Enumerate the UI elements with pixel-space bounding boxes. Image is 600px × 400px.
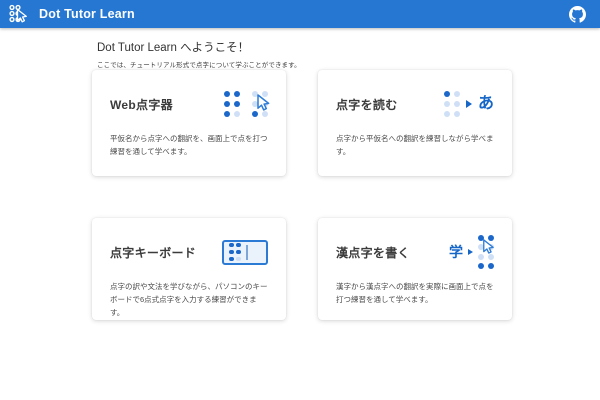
card-write-kantenji[interactable]: 漢点字を書く 学 漢字から漢点字への翻訳を実際に画面上で点を打つ練: [318, 218, 512, 320]
github-link[interactable]: [569, 6, 586, 23]
kanji-gaku-glyph: 学: [449, 245, 463, 259]
braille-cell-8dot: [478, 235, 494, 270]
arrow-right-icon: [466, 100, 472, 108]
card-title: 点字キーボード: [110, 244, 196, 261]
braille-cursor-logo-icon[interactable]: [8, 3, 30, 25]
card-title: 点字を読む: [336, 96, 398, 113]
braille-input-field-icon: [222, 240, 268, 265]
hiragana-a-glyph: あ: [478, 96, 494, 112]
card-description: 点字の訳や文法を学びながら、パソコンのキーボードで6点式点字を入力する練習ができ…: [110, 281, 268, 319]
braille-cell-typed: [229, 243, 241, 262]
github-icon: [569, 6, 586, 23]
braille-cells-with-cursor-icon: [224, 91, 268, 117]
page-subtitle: ここでは、チュートリアル形式で点字について学ぶことができます。: [97, 59, 600, 69]
card-web-braille-writer[interactable]: Web点字器 平仮名から: [92, 70, 286, 176]
card-braille-keyboard[interactable]: 点字キーボード 点字の訳や文法を学びながら、パソコンのキーボードで6点式点字を入…: [92, 218, 286, 320]
card-head: 漢点字を書く 学: [336, 230, 494, 274]
braille-cell-filled: [224, 91, 240, 117]
card-head: Web点字器: [110, 82, 268, 126]
page-title: Dot Tutor Learn へようこそ！: [97, 39, 600, 55]
welcome-section: Dot Tutor Learn へようこそ！ ここでは、チュートリアル形式で点字…: [97, 39, 600, 69]
braille-cell-partial: [252, 91, 268, 117]
card-description: 点字から平仮名への翻訳を練習しながら学べます。: [336, 133, 494, 159]
card-title: 漢点字を書く: [336, 244, 410, 261]
app-title: Dot Tutor Learn: [39, 7, 135, 21]
card-head: 点字キーボード: [110, 230, 268, 274]
tutorial-card-grid: Web点字器 平仮名から: [92, 70, 512, 320]
card-description: 平仮名から点字への翻訳を、画面上で点を打つ練習を通して学べます。: [110, 133, 268, 159]
text-caret-icon: [246, 245, 248, 260]
braille-cell-a: [444, 91, 460, 117]
card-title: Web点字器: [110, 96, 173, 113]
arrow-right-icon: [468, 249, 473, 255]
braille-to-hiragana-icon: あ: [444, 91, 494, 117]
card-head: 点字を読む あ: [336, 82, 494, 126]
app-header: Dot Tutor Learn: [0, 0, 600, 28]
card-description: 漢字から漢点字への翻訳を実際に画面上で点を打つ練習を通して学べます。: [336, 281, 494, 307]
kanji-to-kantenji-cursor-icon: 学: [449, 235, 494, 270]
card-read-braille[interactable]: 点字を読む あ 点字から平仮名への翻訳を練習しながら学べます。: [318, 70, 512, 176]
